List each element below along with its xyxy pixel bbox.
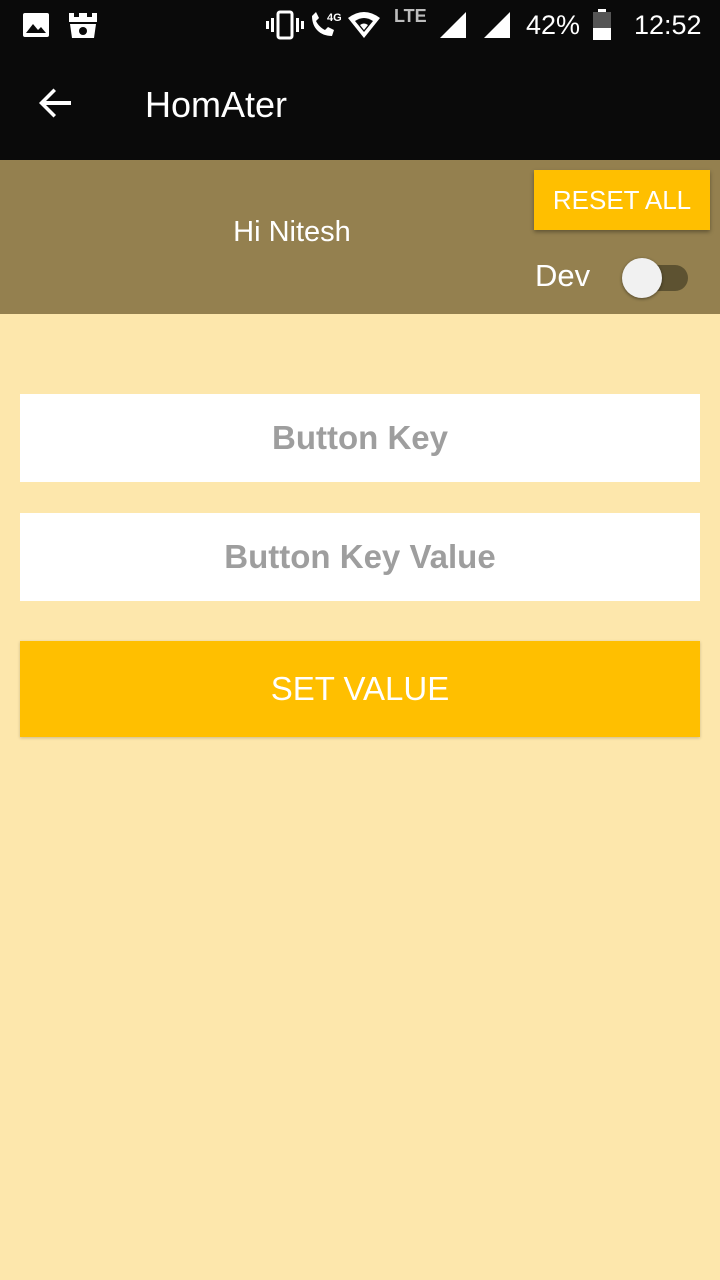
- set-value-button[interactable]: SET VALUE: [20, 641, 700, 737]
- svg-text:4G: 4G: [327, 12, 342, 24]
- reset-all-button[interactable]: RESET ALL: [534, 170, 710, 230]
- dev-label: Dev: [535, 258, 591, 293]
- greeting-text: Hi Nitesh: [233, 216, 351, 248]
- battery-percent: 42%: [526, 10, 581, 40]
- signal-icon: [482, 8, 512, 42]
- network-type-label: LTE: [394, 6, 427, 26]
- app-bar: HomAter: [0, 50, 720, 160]
- toggle-thumb: [622, 258, 662, 298]
- battery-icon: [591, 8, 613, 42]
- app-title: HomAter: [145, 84, 288, 125]
- vibrate-icon: [266, 8, 304, 42]
- call-4g-icon: 4G: [308, 8, 344, 42]
- dev-toggle[interactable]: [622, 258, 692, 298]
- image-icon: [22, 8, 50, 42]
- wifi-icon: [346, 8, 382, 42]
- signal-icon: [438, 8, 468, 42]
- back-button[interactable]: [28, 77, 84, 133]
- button-key-input[interactable]: [20, 394, 700, 482]
- app-notification-icon: [66, 8, 100, 42]
- status-bar: 4G LTE 42% 12:52: [0, 0, 720, 50]
- user-header: Hi Nitesh RESET ALL Dev: [0, 160, 720, 314]
- button-key-value-input[interactable]: [20, 513, 700, 601]
- clock: 12:52: [634, 10, 702, 40]
- arrow-back-icon: [38, 85, 74, 126]
